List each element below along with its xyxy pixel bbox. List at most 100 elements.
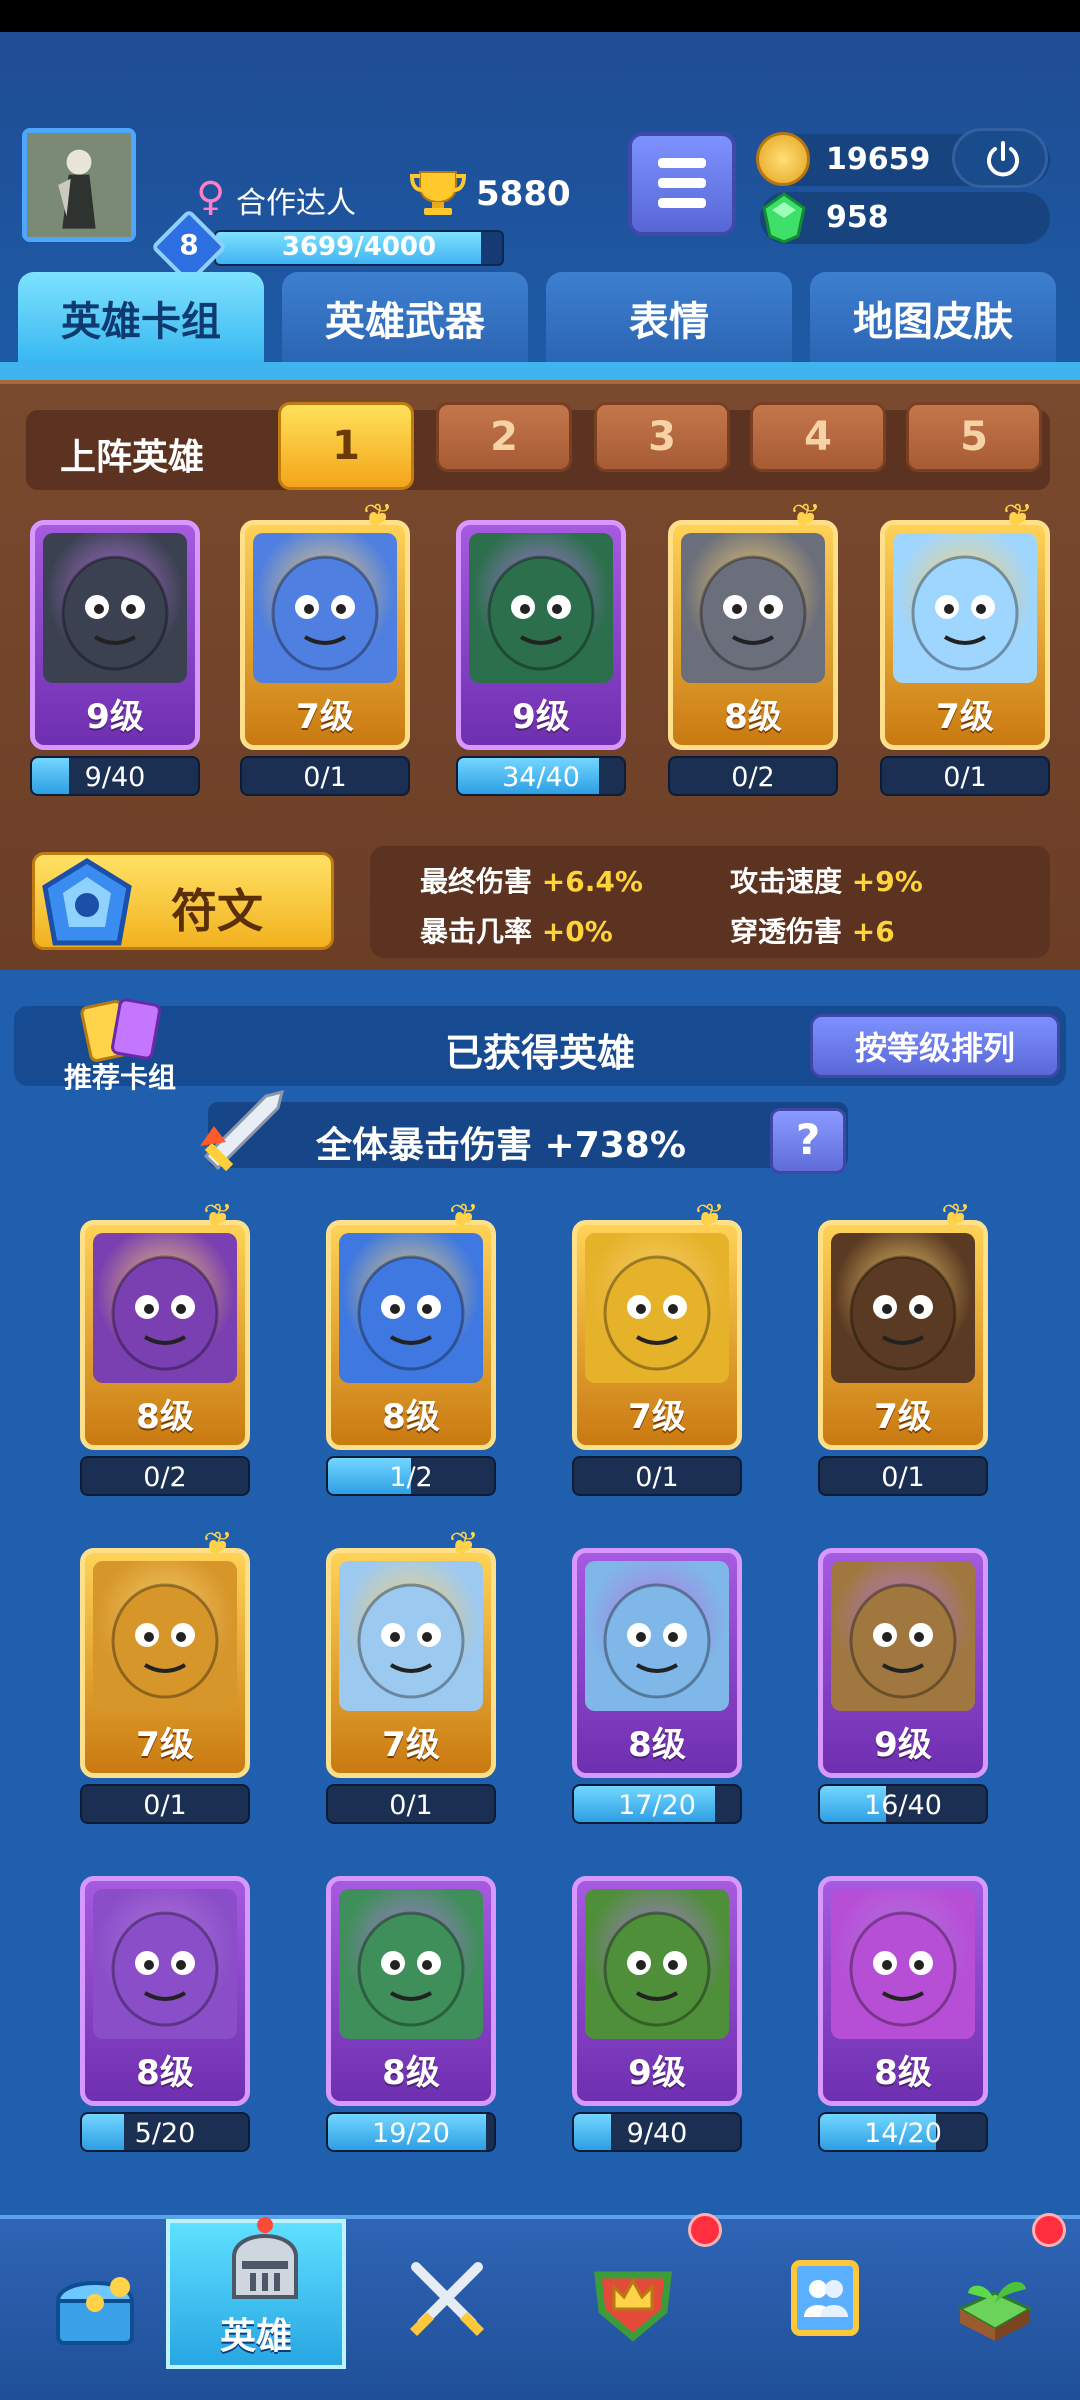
status-bar (0, 0, 1080, 32)
hero-card[interactable]: ❦ 7级 (326, 1525, 496, 1778)
hero-card[interactable]: 8级 (572, 1548, 742, 1778)
hero-card-progress-text: 0/1 (635, 1462, 679, 1493)
hero-card-progress: 17/20 (572, 1784, 742, 1824)
hero-card[interactable]: ❦ 7级 (880, 497, 1050, 750)
trophy-count: 5880 (476, 174, 571, 214)
stat-final-damage: 最终伤害 +6.4% (420, 860, 643, 900)
tab-divider (0, 362, 1080, 380)
hero-portrait-icon (93, 1233, 237, 1383)
sprout-icon (956, 2281, 1034, 2341)
avatar[interactable] (22, 128, 136, 242)
gold-wing-icon: ❦ (941, 1197, 972, 1238)
hero-card[interactable]: ❦ 7级 (240, 497, 410, 750)
bottom-nav: 英雄 (0, 2213, 1080, 2400)
hero-card-progress: 0/2 (80, 1456, 250, 1496)
gold-wing-icon: ❦ (791, 497, 822, 538)
friends-banner-icon (791, 2260, 859, 2336)
tab-hero-deck[interactable]: 英雄卡组 (18, 272, 264, 364)
lineup-slot-2[interactable]: 2 (436, 402, 572, 472)
menu-icon-line (658, 198, 706, 208)
hero-portrait-icon (339, 1561, 483, 1711)
nav-shop[interactable] (0, 2223, 180, 2400)
hero-card-progress-text: 0/1 (303, 762, 347, 793)
help-button[interactable]: ? (770, 1108, 846, 1174)
hero-card[interactable]: 9级 (30, 520, 200, 750)
hero-card[interactable]: 8级 (326, 1876, 496, 2106)
hero-card[interactable]: 8级 (80, 1876, 250, 2106)
hero-portrait-icon (831, 1233, 975, 1383)
hero-card-progress: 0/1 (818, 1456, 988, 1496)
rune-button[interactable]: 符文 (32, 852, 334, 950)
hero-card[interactable]: 8级 (818, 1876, 988, 2106)
hero-portrait-icon (585, 1233, 729, 1383)
hero-card[interactable]: ❦ 7级 (80, 1525, 250, 1778)
gold-wing-icon: ❦ (449, 1197, 480, 1238)
hero-portrait-icon (469, 533, 613, 683)
lineup-title: 上阵英雄 (60, 437, 205, 478)
hero-card[interactable]: 9级 (572, 1876, 742, 2106)
hero-card-progress-text: 0/2 (731, 762, 775, 793)
hero-card-progress-text: 0/1 (389, 1790, 433, 1821)
hero-card-progress-text: 14/20 (864, 2118, 942, 2149)
trophy-icon (410, 171, 466, 215)
hero-level: 8级 (874, 2053, 932, 2093)
sort-by-level-button[interactable]: 按等级排列 (810, 1014, 1060, 1078)
menu-icon (658, 158, 706, 168)
hero-card-progress-text: 19/20 (372, 2118, 450, 2149)
hero-card-progress-text: 0/2 (143, 1462, 187, 1493)
avatar-portrait-icon (27, 133, 131, 237)
lineup-slot-3[interactable]: 3 (594, 402, 730, 472)
hero-card[interactable]: ❦ 8级 (80, 1197, 250, 1450)
hero-card-progress: 5/20 (80, 2112, 250, 2152)
gem-counter: 958 (760, 192, 1050, 244)
nav-clan[interactable] (538, 2213, 722, 2400)
hero-portrait-icon (831, 1561, 975, 1711)
hero-level: 8级 (136, 1397, 194, 1437)
hero-level: 8级 (136, 2053, 194, 2093)
hero-card[interactable]: ❦ 8级 (668, 497, 838, 750)
gold-coin-icon (756, 132, 810, 186)
hero-card-progress-text: 0/1 (943, 762, 987, 793)
treasure-chest-icon (55, 2277, 135, 2345)
hero-card[interactable]: ❦ 7级 (818, 1197, 988, 1450)
hero-level: 9级 (874, 1725, 932, 1765)
hero-card[interactable]: 9级 (818, 1548, 988, 1778)
menu-button[interactable] (628, 132, 736, 236)
nav-battle[interactable] (352, 2223, 532, 2400)
green-gem-icon (762, 192, 806, 244)
lineup-slot-4[interactable]: 4 (750, 402, 886, 472)
hero-card[interactable]: ❦ 7级 (572, 1197, 742, 1450)
nav-heroes[interactable]: 英雄 (166, 2217, 346, 2369)
hero-card-progress: 0/1 (80, 1784, 250, 1824)
tab-emotes[interactable]: 表情 (546, 272, 792, 364)
hero-card-progress-text: 5/20 (134, 2118, 196, 2149)
nav-garden[interactable] (900, 2213, 1080, 2400)
lineup-slot-5[interactable]: 5 (906, 402, 1042, 472)
power-button[interactable] (952, 128, 1048, 188)
nav-heroes-label: 英雄 (219, 2316, 292, 2357)
hero-portrait-icon (831, 1889, 975, 2039)
rune-stats-panel: 最终伤害 +6.4% 攻击速度 +9% 暴击几率 +0% 穿透伤害 +6 (370, 846, 1050, 958)
hero-card-progress: 0/1 (880, 756, 1050, 796)
hero-card[interactable]: ❦ 8级 (326, 1197, 496, 1450)
menu-icon-line (658, 178, 706, 188)
hero-level: 7级 (874, 1397, 932, 1437)
nav-social[interactable] (730, 2223, 910, 2400)
notification-dot (1032, 2213, 1066, 2247)
hero-card-progress-text: 16/40 (864, 1790, 942, 1821)
hero-card-progress: 34/40 (456, 756, 626, 796)
hero-card[interactable]: 9级 (456, 520, 626, 750)
hero-portrait-icon (339, 1889, 483, 2039)
hero-portrait-icon (585, 1561, 729, 1711)
power-icon (987, 141, 1019, 177)
hero-card-progress-text: 1/2 (389, 1462, 433, 1493)
stat-value: +9% (851, 865, 923, 898)
tab-hero-weapons[interactable]: 英雄武器 (282, 272, 528, 364)
lineup-slot-1[interactable]: 1 (278, 402, 414, 490)
player-level: 8 (179, 228, 199, 261)
gold-wing-icon: ❦ (363, 497, 394, 538)
notification-dot (688, 2213, 722, 2247)
tab-map-skins[interactable]: 地图皮肤 (810, 272, 1056, 364)
hero-card-progress: 9/40 (572, 2112, 742, 2152)
stat-crit-rate: 暴击几率 +0% (420, 910, 613, 950)
